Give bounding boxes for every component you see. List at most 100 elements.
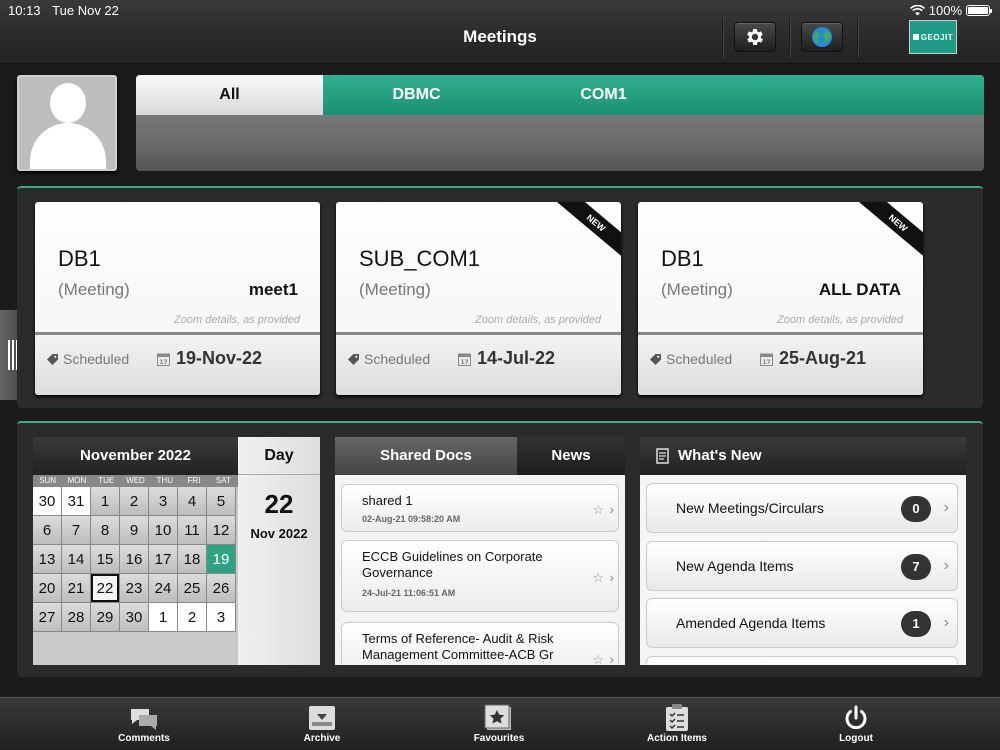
calendar-day[interactable]: 29	[91, 603, 120, 632]
calendar-day[interactable]: 25	[178, 574, 207, 603]
calendar-weekdays: SUN MON TUE WED THU FRI SAT	[33, 475, 238, 487]
calendar-day[interactable]: 12	[207, 516, 236, 545]
star-icon[interactable]: ☆	[592, 652, 604, 665]
bottom-tab-bar: Comments Archive Favourites Action Items…	[0, 697, 1000, 750]
settings-button[interactable]	[734, 22, 776, 52]
tab-all[interactable]: All	[136, 75, 323, 115]
document-icon	[656, 448, 669, 464]
calendar-icon: 17	[760, 353, 773, 366]
tab-comments[interactable]: Comments	[94, 703, 194, 744]
archive-icon	[309, 706, 335, 730]
calendar-day[interactable]: 11	[178, 516, 207, 545]
weekday-label: WED	[126, 476, 145, 485]
meeting-card[interactable]: NEW SUB_COM1 (Meeting) Zoom details, as …	[336, 202, 621, 395]
tab-shared-docs[interactable]: Shared Docs	[335, 437, 517, 475]
tab-archive[interactable]: Archive	[272, 703, 372, 744]
count-badge: 7	[901, 554, 931, 580]
doc-title: ECCB Guidelines on Corporate Governance	[362, 549, 543, 580]
calendar-day[interactable]: 24	[149, 574, 178, 603]
meeting-card[interactable]: NEW DB1 (Meeting) ALL DATA Zoom details,…	[638, 202, 923, 395]
whats-new-item[interactable]: New Agenda Items 7 ›	[646, 541, 958, 591]
meeting-footer: Scheduled 17 25-Aug-21	[638, 332, 923, 395]
doc-list-item[interactable]: shared 1 02-Aug-21 09:58:20 AM ☆ ›	[341, 484, 619, 532]
language-button[interactable]	[801, 22, 843, 52]
avatar[interactable]	[17, 75, 117, 171]
calendar-day[interactable]: 3	[207, 603, 236, 632]
meeting-type: (Meeting)	[359, 280, 431, 299]
calendar-day[interactable]: 15	[91, 545, 120, 574]
tab-news[interactable]: News	[517, 437, 625, 475]
tab-favourites[interactable]: Favourites	[449, 703, 549, 744]
calendar-day[interactable]: 21	[62, 574, 91, 603]
favourites-icon	[484, 704, 511, 730]
tab-action-items[interactable]: Action Items	[627, 703, 727, 744]
day-view-month: Nov 2022	[250, 526, 308, 541]
calendar-day[interactable]: 31	[62, 487, 91, 516]
calendar-day[interactable]: 5	[207, 487, 236, 516]
calendar-day[interactable]: 14	[62, 545, 91, 574]
battery-icon	[966, 5, 992, 16]
calendar-day[interactable]: 27	[33, 603, 62, 632]
calendar-day[interactable]: 6	[33, 516, 62, 545]
meeting-date: 17 14-Jul-22	[458, 348, 555, 369]
tab-logout[interactable]: Logout	[806, 703, 906, 744]
calendar-day[interactable]: 26	[207, 574, 236, 603]
calendar-day[interactable]: 16	[120, 545, 149, 574]
chevron-right-icon: ›	[609, 651, 614, 665]
calendar-day[interactable]: 1	[91, 487, 120, 516]
month-calendar: November 2022 SUN MON TUE WED THU FRI SAT 30 31…	[33, 437, 238, 665]
wifi-icon	[909, 5, 925, 16]
tag-icon	[650, 353, 661, 365]
tag-icon	[47, 353, 58, 365]
doc-title: shared 1	[362, 493, 413, 508]
doc-list-item[interactable]: Terms of Reference- Audit & Risk Managem…	[341, 622, 619, 665]
whats-new-item[interactable]: New Meetings/Circulars 0 ›	[646, 483, 958, 533]
day-view-number: 22	[264, 489, 294, 519]
calendar-day[interactable]: 1	[149, 603, 178, 632]
calendar-day[interactable]: 8	[91, 516, 120, 545]
count-badge: 1	[901, 611, 931, 637]
company-logo: GEOJIT	[909, 20, 957, 54]
calendar-month-title[interactable]: November 2022	[33, 437, 238, 475]
calendar-day[interactable]: 10	[149, 516, 178, 545]
whats-new-panel: What's New New Meetings/Circulars 0 › Ne…	[640, 437, 966, 665]
meeting-card[interactable]: DB1 (Meeting) meet1 Zoom details, as pro…	[35, 202, 320, 395]
tab-dbmc[interactable]: DBMC	[323, 75, 510, 115]
calendar-day[interactable]: 22	[91, 574, 120, 603]
calendar-day[interactable]: 30	[33, 487, 62, 516]
calendar-day[interactable]: 18	[178, 545, 207, 574]
zoom-details: Zoom details, as provided	[174, 314, 300, 326]
tab-com1[interactable]: COM1	[510, 75, 697, 115]
calendar-day[interactable]: 2	[120, 487, 149, 516]
star-icon[interactable]: ☆	[592, 502, 604, 518]
calendar-day[interactable]: 4	[178, 487, 207, 516]
calendar-day[interactable]: 23	[120, 574, 149, 603]
calendar-day[interactable]: 20	[33, 574, 62, 603]
status-time: 10:13	[8, 3, 41, 18]
weekday-label: MON	[67, 476, 87, 485]
calendar-day[interactable]: 17	[149, 545, 178, 574]
calendar-day[interactable]: 13	[33, 545, 62, 574]
svg-text:17: 17	[159, 359, 167, 366]
svg-text:17: 17	[460, 359, 468, 366]
action-items-icon	[666, 704, 688, 731]
calendar-day[interactable]: 28	[62, 603, 91, 632]
calendar-day[interactable]: 2	[178, 603, 207, 632]
whats-new-item[interactable]	[646, 656, 958, 665]
chevron-right-icon: ›	[943, 499, 949, 516]
page-title: Meetings	[463, 27, 537, 46]
calendar-day[interactable]: 7	[62, 516, 91, 545]
whats-new-item[interactable]: Amended Agenda Items 1 ›	[646, 598, 958, 648]
star-icon[interactable]: ☆	[592, 570, 604, 586]
calendar-day[interactable]: 19	[207, 545, 236, 574]
globe-icon	[812, 27, 832, 47]
zoom-details: Zoom details, as provided	[475, 314, 601, 326]
calendar-day[interactable]: 9	[120, 516, 149, 545]
meeting-status: Scheduled	[47, 351, 129, 367]
weekday-label: THU	[156, 476, 173, 485]
calendar-day[interactable]: 3	[149, 487, 178, 516]
meeting-name: DB1	[58, 246, 101, 271]
day-view-label[interactable]: Day	[238, 437, 320, 475]
doc-list-item[interactable]: ECCB Guidelines on Corporate Governance …	[341, 540, 619, 612]
calendar-day[interactable]: 30	[120, 603, 149, 632]
